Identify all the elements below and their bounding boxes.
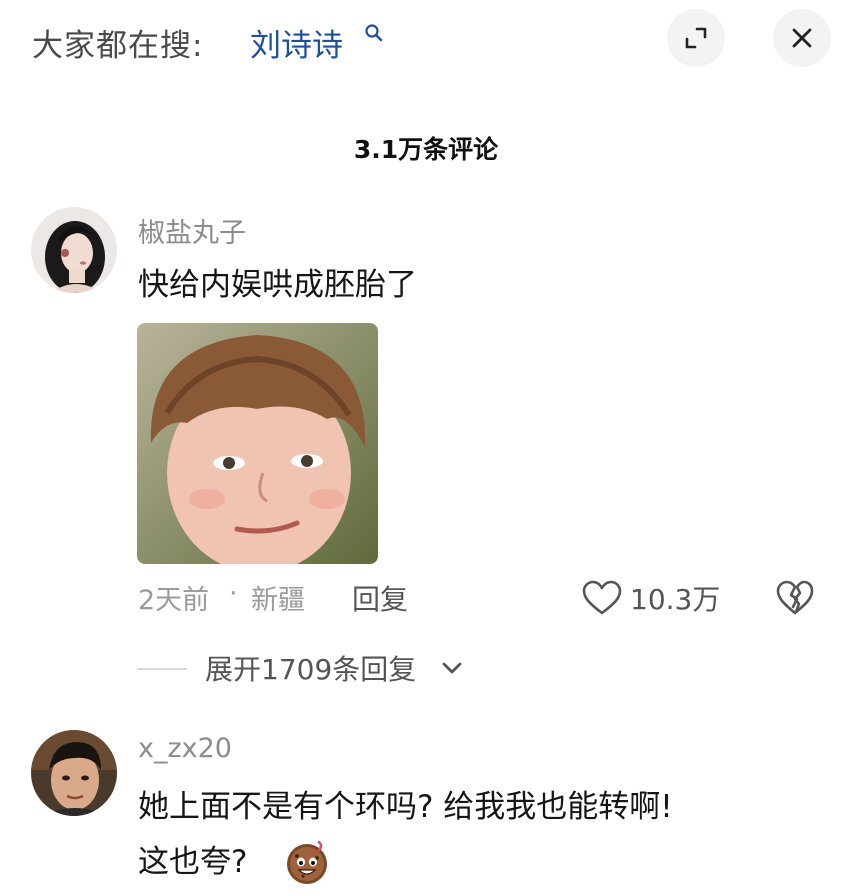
avatar[interactable] (31, 730, 117, 816)
meta-separator: · (229, 578, 238, 609)
search-icon[interactable] (363, 22, 385, 44)
comment-text: 她上面不是有个环吗? 给我我也能转啊! (138, 789, 673, 825)
divider (137, 668, 187, 670)
heart-icon[interactable] (582, 580, 622, 616)
comment-time: 2天前 (138, 585, 210, 616)
cookie-face-emoji-icon (287, 840, 327, 884)
comment-text: 这也夸? (138, 844, 248, 880)
expand-icon (685, 27, 707, 49)
comment-image[interactable] (137, 323, 378, 564)
reply-button[interactable]: 回复 (352, 578, 408, 618)
like-count: 10.3万 (630, 583, 721, 616)
avatar[interactable] (31, 207, 117, 293)
chevron-down-icon[interactable] (440, 656, 464, 680)
broken-heart-icon[interactable] (776, 580, 814, 616)
comment-text: 快给内娱哄成胚胎了 (138, 267, 417, 303)
comment-location: 新疆 (251, 585, 305, 616)
close-icon (792, 28, 812, 48)
search-bar: 大家都在搜: 刘诗诗 (0, 0, 852, 80)
search-prefix-label: 大家都在搜: (32, 28, 204, 64)
comment-username[interactable]: x_zx20 (138, 733, 232, 764)
comment-username[interactable]: 椒盐丸子 (138, 211, 246, 250)
search-term-link[interactable]: 刘诗诗 (250, 20, 343, 65)
expand-replies-button[interactable]: 展开1709条回复 (205, 648, 416, 688)
close-button[interactable] (773, 9, 831, 67)
comments-count-title: 3.1万条评论 (353, 135, 499, 164)
expand-button[interactable] (667, 9, 725, 67)
